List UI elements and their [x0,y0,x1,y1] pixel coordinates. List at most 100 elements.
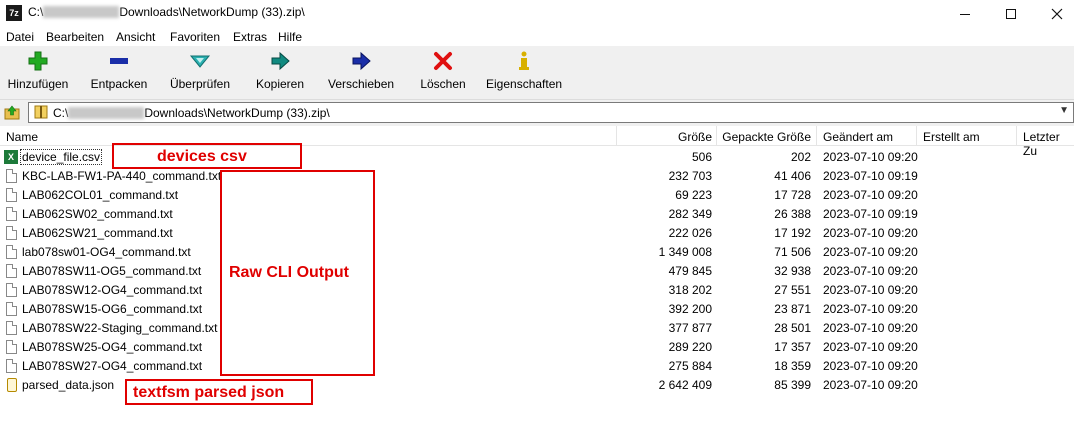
file-name: LAB078SW22-Staging_command.txt [22,321,218,335]
app-7zip-icon: 7z [6,5,22,21]
col-created[interactable]: Erstellt am [923,130,980,144]
file-size: 1 349 008 [658,245,712,259]
chevron-down-icon[interactable]: ▼ [1059,105,1069,116]
packed-size: 17 728 [774,188,811,202]
table-row[interactable]: LAB062SW02_command.txt 282 349 26 388 20… [0,205,1074,224]
table-row[interactable]: LAB078SW27-OG4_command.txt 275 884 18 35… [0,357,1074,376]
file-size: 2 642 409 [658,378,712,392]
text-file-icon [6,226,17,240]
excel-csv-icon: X [4,150,18,164]
extract-button[interactable]: Entpacken [88,50,150,91]
table-row[interactable]: LAB078SW22-Staging_command.txt 377 877 2… [0,319,1074,338]
annotation-label-csv: devices csv [157,148,247,165]
table-row[interactable]: KBC-LAB-FW1-PA-440_command.txt 232 703 4… [0,167,1074,186]
address-prefix: C:\ [53,106,69,120]
file-size: 479 845 [668,264,712,278]
menu-ansicht[interactable]: Ansicht [116,30,155,44]
table-row[interactable]: LAB078SW11-OG5_command.txt 479 845 32 93… [0,262,1074,281]
file-size: 392 200 [668,302,712,316]
table-row[interactable]: LAB062COL01_command.txt 69 223 17 728 20… [0,186,1074,205]
maximize-icon [1006,9,1016,20]
copy-button[interactable]: Kopieren [254,50,306,91]
text-file-icon [6,188,17,202]
test-button[interactable]: Überprüfen [168,50,232,91]
col-size[interactable]: Größe [678,130,712,144]
column-divider[interactable] [716,126,717,146]
text-file-icon [6,340,17,354]
menu-extras[interactable]: Extras [233,30,267,44]
file-name: KBC-LAB-FW1-PA-440_command.txt [22,169,222,183]
table-row[interactable]: LAB078SW12-OG4_command.txt 318 202 27 55… [0,281,1074,300]
table-row[interactable]: lab078sw01-OG4_command.txt 1 349 008 71 … [0,243,1074,262]
annotation-label-raw: Raw CLI Output [229,264,349,281]
modified-date: 2023-07-10 09:20 [823,226,918,240]
file-name: LAB062SW02_command.txt [22,207,173,221]
packed-size: 18 359 [774,359,811,373]
close-icon [1051,8,1063,20]
address-suffix: Downloads\NetworkDump (33).zip\ [144,106,330,120]
text-file-icon [6,283,17,297]
file-name: LAB062SW21_command.txt [22,226,173,240]
minimize-button[interactable] [942,0,988,26]
text-file-icon [6,207,17,221]
col-packed-size[interactable]: Gepackte Größe [722,130,811,144]
properties-button[interactable]: Eigenschaften [486,50,562,91]
packed-size: 17 357 [774,340,811,354]
col-name[interactable]: Name [6,130,38,144]
add-icon [28,51,48,71]
test-icon [189,55,211,68]
move-icon [352,51,371,71]
move-button[interactable]: Verschieben [328,50,394,91]
delete-button[interactable]: Löschen [418,50,468,91]
modified-date: 2023-07-10 09:20 [823,359,918,373]
packed-size: 26 388 [774,207,811,221]
menu-favoriten[interactable]: Favoriten [170,30,220,44]
file-size: 318 202 [668,283,712,297]
file-name: LAB078SW27-OG4_command.txt [22,359,203,373]
text-file-icon [6,302,17,316]
modified-date: 2023-07-10 09:20 [823,321,918,335]
file-name: device_file.csv [19,149,103,165]
column-divider[interactable] [1016,126,1017,146]
window-title: C:\ Downloads\NetworkDump (33).zip\ [28,5,305,19]
menu-datei[interactable]: Datei [6,30,34,44]
modified-date: 2023-07-10 09:20 [823,150,918,164]
text-file-icon [6,245,17,259]
column-divider[interactable] [616,126,617,146]
json-file-icon [7,378,17,392]
menu-bearbeiten[interactable]: Bearbeiten [46,30,104,44]
modified-date: 2023-07-10 09:20 [823,188,918,202]
annotation-label-json: textfsm parsed json [133,384,285,401]
file-size: 222 026 [668,226,712,240]
add-button[interactable]: Hinzufügen [6,50,70,91]
table-row[interactable]: LAB078SW25-OG4_command.txt 289 220 17 35… [0,338,1074,357]
file-size: 232 703 [668,169,712,183]
text-file-icon [6,321,17,335]
address-field[interactable]: C:\ Downloads\NetworkDump (33).zip\ ▼ [28,102,1074,123]
packed-size: 27 551 [774,283,811,297]
packed-size: 85 399 [774,378,811,392]
column-divider[interactable] [816,126,817,146]
column-divider[interactable] [916,126,917,146]
maximize-button[interactable] [988,0,1034,26]
folder-up-icon[interactable] [4,104,20,120]
packed-size: 17 192 [774,226,811,240]
table-row[interactable]: LAB062SW21_command.txt 222 026 17 192 20… [0,224,1074,243]
close-button[interactable] [1034,0,1074,26]
archive-icon [34,105,48,119]
file-size: 69 223 [675,188,712,202]
info-icon [519,51,529,70]
text-file-icon [6,169,17,183]
col-modified[interactable]: Geändert am [823,130,893,144]
modified-date: 2023-07-10 09:20 [823,378,918,392]
table-row[interactable]: LAB078SW15-OG6_command.txt 392 200 23 87… [0,300,1074,319]
copy-icon [271,51,290,71]
file-name: LAB062COL01_command.txt [22,188,179,202]
file-name: LAB078SW15-OG6_command.txt [22,302,203,316]
menu-hilfe[interactable]: Hilfe [278,30,302,44]
file-name: LAB078SW11-OG5_command.txt [22,264,202,278]
extract-icon [110,58,128,64]
file-name: parsed_data.json [22,378,115,392]
text-file-icon [6,359,17,373]
modified-date: 2023-07-10 09:20 [823,302,918,316]
